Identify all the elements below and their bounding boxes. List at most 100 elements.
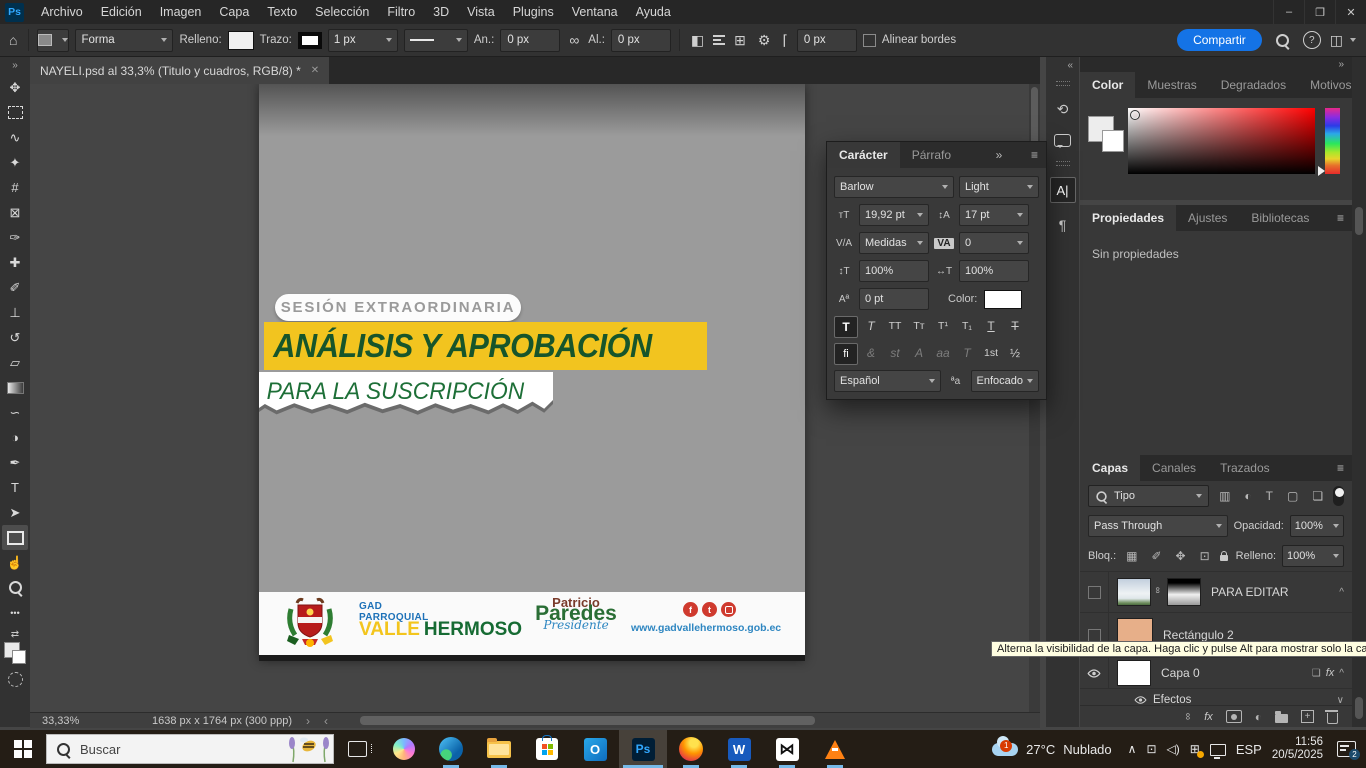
horizontal-scrollbar-thumb[interactable] (360, 716, 815, 725)
taskbar-app-outlook[interactable]: O (571, 730, 619, 768)
add-mask-icon[interactable] (1226, 710, 1242, 723)
faux-bold-button[interactable]: T (834, 316, 858, 338)
restore-button[interactable]: ❐ (1304, 0, 1335, 24)
hue-slider-handle[interactable] (1318, 166, 1330, 176)
menu-imagen[interactable]: Imagen (151, 0, 211, 24)
dock-scrollbar[interactable] (1352, 57, 1366, 727)
menu-ayuda[interactable]: Ayuda (627, 0, 680, 24)
new-layer-icon[interactable]: + (1301, 710, 1314, 723)
background-color-swatch[interactable] (1102, 130, 1124, 152)
tray-update-icon[interactable]: ⊞ (1190, 742, 1200, 756)
type-tool[interactable]: T (2, 475, 28, 500)
panel-menu-icon[interactable]: ≡ (1029, 142, 1046, 168)
lock-transparency-icon[interactable]: ▦ (1122, 549, 1141, 563)
taskbar-clock[interactable]: 11:56 20/5/2025 (1272, 736, 1323, 762)
chevron-down-icon[interactable]: ∨ (1337, 695, 1344, 706)
color-panel-swatches[interactable] (1088, 116, 1122, 150)
smudge-tool[interactable]: ∽ (2, 400, 28, 425)
help-icon[interactable]: ? (1303, 31, 1321, 49)
ligatures-button[interactable]: fi (834, 343, 858, 365)
version-history-icon[interactable]: ⟲ (1051, 97, 1075, 121)
ordinals-button[interactable]: 1st (980, 343, 1002, 363)
tray-cast-icon[interactable]: ⊡ (1146, 742, 1156, 756)
panel-collapse-icon[interactable]: » (988, 142, 1005, 168)
taskbar-app-edge[interactable] (427, 730, 475, 768)
menu-seleccion[interactable]: Selección (306, 0, 378, 24)
gradient-tool[interactable] (2, 375, 28, 400)
tab-canales[interactable]: Canales (1140, 455, 1208, 481)
quick-mask-icon[interactable] (8, 672, 23, 687)
tab-ajustes[interactable]: Ajustes (1176, 205, 1239, 231)
eyedropper-tool[interactable]: ✑ (2, 225, 28, 250)
horizontal-scale-field[interactable]: 100% (959, 260, 1029, 282)
marquee-tool[interactable] (2, 100, 28, 125)
tab-caracter[interactable]: Carácter (827, 142, 900, 168)
menu-vista[interactable]: Vista (458, 0, 504, 24)
collapse-group-icon[interactable]: ^ (1339, 587, 1344, 598)
discretionary-ligatures-button[interactable]: st (884, 343, 906, 363)
vertical-scale-field[interactable]: 100% (859, 260, 929, 282)
panel-menu-icon[interactable]: ≡ (1329, 455, 1352, 481)
titling-alternates-button[interactable]: T (956, 343, 978, 363)
path-selection-tool[interactable]: ➤ (2, 500, 28, 525)
minimize-button[interactable]: – (1273, 0, 1304, 24)
visibility-checkbox-empty[interactable] (1088, 586, 1101, 599)
opacity-select[interactable]: 100% (1290, 515, 1344, 537)
text-color-swatch[interactable] (984, 290, 1022, 309)
home-icon[interactable]: ⌂ (6, 32, 20, 48)
tab-parrafo[interactable]: Párrafo (900, 142, 963, 168)
stroke-swatch[interactable] (298, 32, 322, 49)
panel-grip[interactable] (1056, 81, 1070, 86)
font-style-select[interactable]: Light (959, 176, 1039, 198)
filter-shape-layers-icon[interactable]: ▢ (1283, 489, 1302, 503)
mask-link-icon[interactable]: ∞ (1153, 587, 1163, 597)
menu-capa[interactable]: Capa (210, 0, 258, 24)
fill-select[interactable]: 100% (1282, 545, 1344, 567)
subscript-button[interactable]: T₁ (956, 316, 978, 336)
toolbar-expand-icon[interactable]: » (12, 57, 18, 75)
superscript-button[interactable]: T¹ (932, 316, 954, 336)
tab-muestras[interactable]: Muestras (1135, 72, 1208, 98)
layer-name[interactable]: Rectángulo 2 (1163, 628, 1234, 642)
visibility-toggle[interactable] (1080, 658, 1109, 688)
lock-artboard-icon[interactable]: ⊡ (1196, 549, 1214, 563)
weather-widget[interactable]: 1 27°C Nublado (986, 742, 1117, 757)
eye-icon[interactable] (1134, 696, 1147, 704)
hand-tool[interactable]: ☝ (2, 550, 28, 575)
shape-width-field[interactable]: 0 px (500, 29, 560, 52)
notification-center-icon[interactable]: 2 (1337, 741, 1356, 757)
collapse-effects-icon[interactable]: ^ (1339, 668, 1344, 679)
layer-mask-thumbnail[interactable] (1167, 578, 1201, 606)
paragraph-panel-icon[interactable]: ¶ (1051, 213, 1075, 237)
stroke-width-select[interactable]: 1 px (328, 29, 398, 52)
tray-network-icon[interactable] (1210, 744, 1226, 756)
frame-tool[interactable]: ⊠ (2, 200, 28, 225)
comments-icon[interactable] (1054, 134, 1071, 147)
canvas[interactable]: SESIÓN EXTRAORDINARIA ANÁLISIS Y APROBAC… (259, 84, 805, 661)
path-alignment-icon[interactable] (713, 35, 725, 45)
align-edges-checkbox[interactable] (863, 34, 876, 47)
blend-mode-select[interactable]: Pass Through (1088, 515, 1228, 537)
taskbar-app-explorer[interactable] (475, 730, 523, 768)
layer-thumbnail[interactable] (1117, 578, 1151, 606)
menu-3d[interactable]: 3D (424, 0, 458, 24)
fractions-button[interactable]: ½ (1004, 343, 1026, 363)
copilot-button[interactable] (393, 738, 415, 760)
menu-ventana[interactable]: Ventana (563, 0, 627, 24)
background-color-swatch[interactable] (12, 650, 26, 664)
taskbar-app-firefox[interactable] (667, 730, 715, 768)
start-button[interactable] (0, 730, 46, 768)
font-family-select[interactable]: Barlow (834, 176, 954, 198)
tab-propiedades[interactable]: Propiedades (1080, 205, 1176, 231)
shape-height-field[interactable]: 0 px (611, 29, 671, 52)
eraser-tool[interactable]: ▱ (2, 350, 28, 375)
layer-style-icon[interactable]: fx (1204, 711, 1213, 723)
leading-select[interactable]: 17 pt (959, 204, 1029, 226)
filter-type-layers-icon[interactable]: T (1262, 489, 1277, 503)
lock-pixels-icon[interactable]: ✐ (1147, 549, 1165, 563)
menu-plugins[interactable]: Plugins (504, 0, 563, 24)
pen-tool[interactable]: ✒ (2, 450, 28, 475)
baseline-shift-field[interactable]: 0 pt (859, 288, 929, 310)
brush-tool[interactable]: ✐ (2, 275, 28, 300)
visibility-toggle[interactable] (1080, 572, 1109, 612)
